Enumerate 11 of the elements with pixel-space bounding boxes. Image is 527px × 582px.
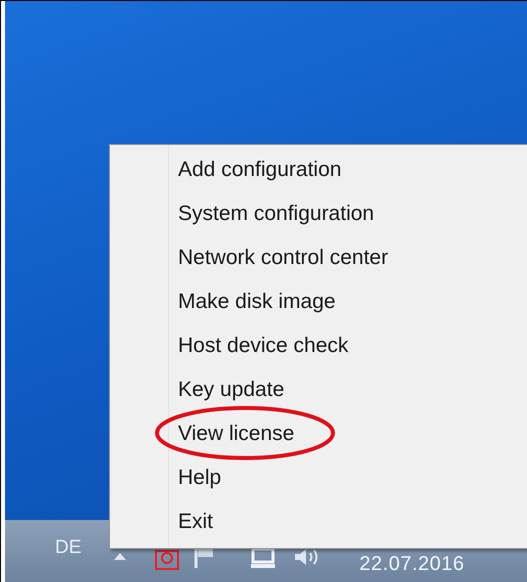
app-tray-icon[interactable] [155, 550, 180, 570]
menu-item[interactable]: Add configuration [178, 154, 342, 186]
network-icon[interactable] [249, 547, 278, 569]
menu-item[interactable]: Make disk image [178, 286, 336, 318]
menu-item[interactable]: Network control center [178, 242, 388, 274]
menu-item[interactable]: System configuration [178, 198, 374, 230]
menu-item[interactable]: Help [178, 462, 222, 494]
menu-item[interactable]: Key update [178, 374, 284, 406]
menu-item[interactable]: Host device check [178, 330, 348, 362]
show-hidden-icons-icon[interactable] [113, 552, 128, 562]
menu-item[interactable]: Exit [178, 506, 214, 538]
